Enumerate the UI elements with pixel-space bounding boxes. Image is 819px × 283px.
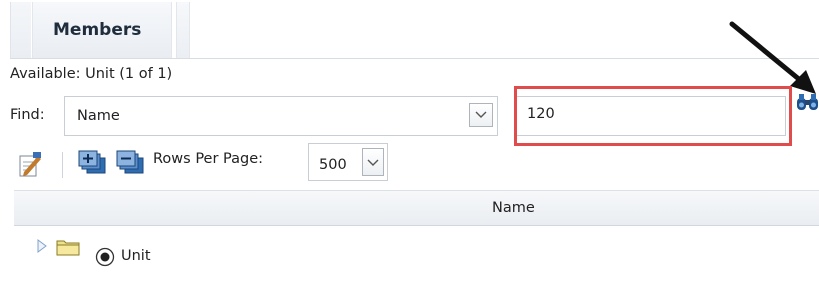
tab-right-edge (176, 2, 190, 58)
toolbar-separator (62, 152, 63, 178)
folder-icon (56, 240, 80, 256)
rows-per-page-dropdown-button[interactable] (362, 148, 384, 176)
tree-row[interactable]: Unit (14, 225, 819, 283)
tree-item-label: Unit (121, 248, 151, 264)
find-field-dropdown[interactable]: Name (64, 96, 498, 136)
binoculars-icon[interactable] (796, 91, 819, 113)
tab-left-edge (10, 2, 31, 58)
tab-strip: Members (0, 0, 819, 59)
tree-expand-icon[interactable] (37, 239, 47, 253)
properties-icon[interactable] (16, 150, 44, 178)
chevron-down-icon (367, 159, 379, 166)
find-label: Find: (10, 107, 45, 123)
radio-icon[interactable] (95, 247, 115, 267)
tab-divider (10, 58, 819, 59)
rows-per-page-label: Rows Per Page: (153, 151, 264, 167)
search-input[interactable]: 120 (516, 96, 786, 136)
find-field-dropdown-button[interactable] (469, 103, 493, 127)
find-field-value: Name (77, 108, 120, 124)
chevron-down-icon (475, 111, 487, 118)
expand-all-icon[interactable] (78, 150, 108, 176)
tab-members-label: Members (53, 20, 142, 40)
table-header: Name (14, 190, 819, 226)
collapse-all-icon[interactable] (116, 150, 146, 176)
available-status: Available: Unit (1 of 1) (10, 66, 173, 82)
annotation-arrow (729, 21, 816, 94)
column-header-name[interactable]: Name (492, 200, 535, 216)
rows-per-page-value: 500 (319, 157, 347, 173)
rows-per-page-dropdown[interactable]: 500 (308, 143, 388, 181)
tab-members[interactable]: Members (32, 2, 172, 58)
